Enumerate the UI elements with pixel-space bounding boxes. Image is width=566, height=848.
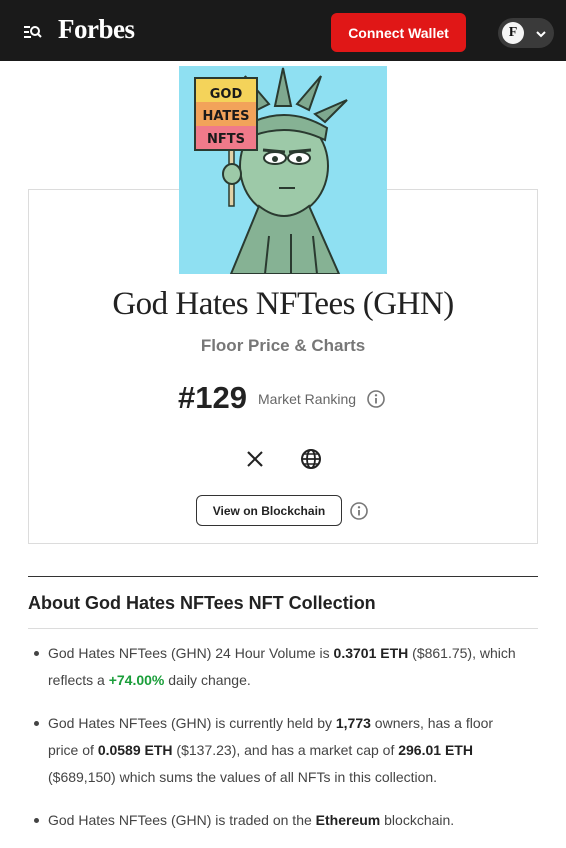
forbes-logo[interactable]: Forbes [58, 14, 135, 45]
daily-change-value: +74.00% [108, 672, 165, 688]
search-menu-icon[interactable] [22, 22, 42, 42]
globe-icon[interactable] [300, 448, 322, 470]
avatar: F [502, 22, 524, 44]
bullet-text: daily change. [164, 672, 251, 688]
floor-price-value: 0.0589 ETH [97, 742, 173, 758]
bullet-text: God Hates NFTees (GHN) is traded on the [48, 812, 316, 828]
divider [28, 628, 538, 629]
bullet-text: ($689,150) which sums the values of all … [48, 769, 438, 785]
account-menu[interactable]: F [498, 18, 554, 48]
sign-text-2: HATES [202, 109, 249, 124]
view-on-blockchain-button[interactable]: View on Blockchain [196, 495, 342, 526]
collection-title: God Hates NFTees (GHN) [112, 286, 454, 322]
about-section-title: About God Hates NFTees NFT Collection [28, 593, 376, 613]
connect-wallet-button[interactable]: Connect Wallet [331, 13, 466, 52]
bullet-text: God Hates NFTees (GHN) 24 Hour Volume is [48, 645, 334, 661]
bullet-text: blockchain. [380, 812, 455, 828]
bullet-text: ($137.23), and has a market cap of [172, 742, 399, 758]
collection-subtitle: Floor Price & Charts [200, 336, 366, 355]
list-item: God Hates NFTees (GHN) is traded on the … [34, 807, 518, 834]
x-twitter-icon[interactable] [244, 448, 266, 470]
list-item: God Hates NFTees (GHN) is currently held… [34, 710, 518, 791]
volume-value: 0.3701 ETH [333, 645, 409, 661]
info-icon[interactable] [349, 501, 369, 521]
market-cap-value: 296.01 ETH [398, 742, 473, 758]
sign-text-3: NFTS [207, 132, 245, 147]
top-nav-bar: Forbes Connect Wallet F [0, 0, 566, 61]
bullet-text: God Hates NFTees (GHN) is currently held… [48, 715, 336, 731]
sign-text-1: GOD [210, 87, 243, 102]
owners-value: 1,773 [335, 715, 371, 731]
blockchain-name: Ethereum [315, 812, 381, 828]
collection-image: GOD HATES NFTS [179, 66, 387, 274]
info-icon[interactable] [366, 389, 386, 409]
list-item: God Hates NFTees (GHN) 24 Hour Volume is… [34, 640, 518, 694]
chevron-down-icon [535, 27, 547, 39]
divider [28, 576, 538, 577]
market-rank-value: #129 [178, 380, 247, 415]
market-rank-label: Market Ranking [258, 391, 357, 407]
